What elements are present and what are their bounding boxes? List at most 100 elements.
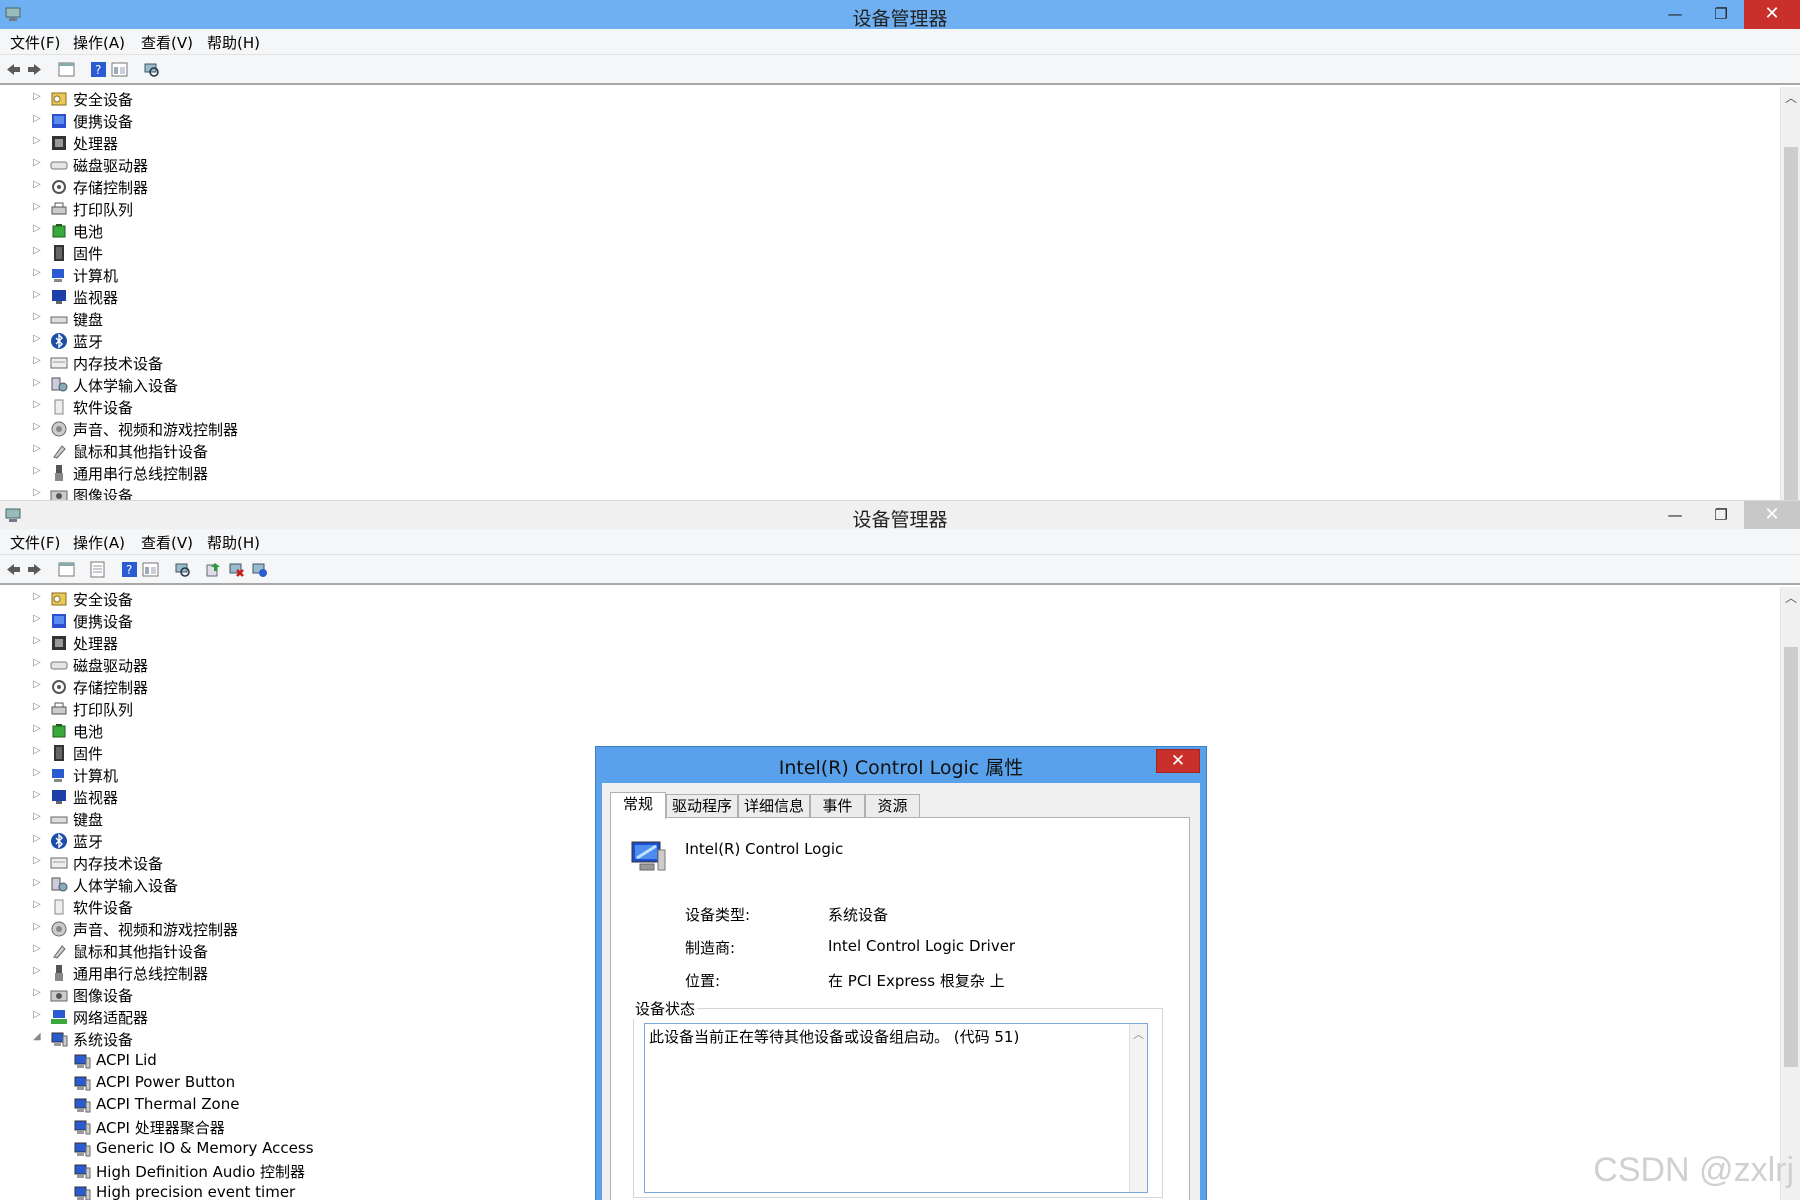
tree-item-13[interactable]: ▷ 人体学输入设备 [0, 374, 700, 396]
tree-item-1[interactable]: ▷ 便携设备 [0, 610, 700, 632]
expand-arrow-icon[interactable]: ▷ [33, 267, 41, 278]
tree-item-7[interactable]: ▷ 固件 [0, 242, 700, 264]
tree-item-18[interactable]: ▷ 图像设备 [0, 484, 700, 500]
expand-arrow-icon[interactable]: ▷ [33, 333, 41, 344]
tree-item-10[interactable]: ▷ 键盘 [0, 308, 700, 330]
expand-arrow-icon[interactable]: ▷ [33, 179, 41, 190]
help-icon[interactable]: ? [90, 61, 107, 78]
show-hide-tree-icon[interactable] [58, 561, 75, 578]
tree-item-6[interactable]: ▷ 电池 [0, 220, 700, 242]
tree-item-3[interactable]: ▷ 磁盘驱动器 [0, 154, 700, 176]
expand-arrow-icon[interactable]: ▷ [33, 679, 41, 690]
expand-arrow-icon[interactable]: ▷ [33, 767, 41, 778]
expand-arrow-icon[interactable]: ▷ [33, 355, 41, 366]
menu-action[interactable]: 操作(A) [73, 32, 125, 53]
tree-item-3[interactable]: ▷ 磁盘驱动器 [0, 654, 700, 676]
menu-file[interactable]: 文件(F) [10, 32, 60, 53]
tree-item-4[interactable]: ▷ 存储控制器 [0, 176, 700, 198]
expand-arrow-icon[interactable]: ▷ [33, 443, 41, 454]
minimize-button[interactable]: — [1652, 0, 1698, 29]
back-arrow-icon[interactable] [5, 561, 22, 578]
tree-item-17[interactable]: ▷ 通用串行总线控制器 [0, 462, 700, 484]
tab-driver[interactable]: 驱动程序 [666, 794, 738, 818]
title-bar[interactable]: 设备管理器 — ❐ ✕ [0, 500, 1800, 531]
close-button[interactable]: ✕ [1744, 501, 1800, 530]
tab-general[interactable]: 常规 [610, 792, 666, 819]
scroll-thumb[interactable] [1784, 647, 1798, 1067]
expand-arrow-icon[interactable]: ▷ [33, 377, 41, 388]
expand-arrow-icon[interactable]: ▷ [33, 657, 41, 668]
tree-item-8[interactable]: ▷ 计算机 [0, 264, 700, 286]
expand-arrow-icon[interactable]: ▷ [33, 877, 41, 888]
tree-item-11[interactable]: ▷ 蓝牙 [0, 330, 700, 352]
expand-arrow-icon[interactable]: ▷ [33, 591, 41, 602]
expand-arrow-icon[interactable]: ▷ [33, 789, 41, 800]
expand-arrow-icon[interactable]: ▷ [33, 311, 41, 322]
scan-hardware-icon[interactable] [143, 61, 160, 78]
title-bar[interactable]: 设备管理器 — ❐ ✕ [0, 0, 1800, 30]
menu-action[interactable]: 操作(A) [73, 532, 125, 553]
menu-file[interactable]: 文件(F) [10, 532, 60, 553]
help-icon[interactable]: ? [121, 561, 138, 578]
vertical-scrollbar[interactable]: ︿ [1780, 587, 1800, 1200]
back-arrow-icon[interactable] [5, 61, 22, 78]
uninstall-device-icon[interactable] [228, 561, 245, 578]
tab-resources[interactable]: 资源 [865, 794, 920, 818]
maximize-button[interactable]: ❐ [1698, 501, 1744, 530]
vertical-scrollbar[interactable]: ︿ [1780, 87, 1800, 500]
expand-arrow-icon[interactable]: ▷ [33, 987, 41, 998]
tree-item-16[interactable]: ▷ 鼠标和其他指针设备 [0, 440, 700, 462]
expand-arrow-icon[interactable]: ▷ [33, 899, 41, 910]
expand-arrow-icon[interactable]: ▷ [33, 487, 41, 498]
forward-arrow-icon[interactable] [26, 61, 43, 78]
expand-arrow-icon[interactable]: ▷ [33, 399, 41, 410]
tree-item-14[interactable]: ▷ 软件设备 [0, 396, 700, 418]
tree-item-2[interactable]: ▷ 处理器 [0, 632, 700, 654]
expand-arrow-icon[interactable]: ▷ [33, 943, 41, 954]
expand-arrow-icon[interactable]: ▷ [33, 613, 41, 624]
update-driver-icon[interactable] [205, 561, 222, 578]
scroll-up-icon[interactable]: ︿ [1133, 1026, 1144, 1042]
forward-arrow-icon[interactable] [26, 561, 43, 578]
expand-arrow-icon[interactable]: ▷ [33, 157, 41, 168]
tree-item-2[interactable]: ▷ 处理器 [0, 132, 700, 154]
collapse-arrow-icon[interactable]: ◢ [33, 1031, 41, 1042]
status-scrollbar[interactable]: ︿ [1129, 1024, 1147, 1192]
expand-arrow-icon[interactable]: ▷ [33, 201, 41, 212]
expand-arrow-icon[interactable]: ▷ [33, 745, 41, 756]
scroll-up-icon[interactable]: ︿ [1781, 589, 1800, 606]
expand-arrow-icon[interactable]: ▷ [33, 701, 41, 712]
scan-hardware-icon[interactable] [174, 561, 191, 578]
properties-icon[interactable] [89, 561, 106, 578]
expand-arrow-icon[interactable]: ▷ [33, 289, 41, 300]
expand-arrow-icon[interactable]: ▷ [33, 1009, 41, 1020]
expand-arrow-icon[interactable]: ▷ [33, 223, 41, 234]
tree-item-5[interactable]: ▷ 打印队列 [0, 698, 700, 720]
expand-arrow-icon[interactable]: ▷ [33, 421, 41, 432]
menu-help[interactable]: 帮助(H) [207, 532, 260, 553]
device-status-textbox[interactable]: 此设备当前正在等待其他设备或设备组启动。 (代码 51) ︿ [644, 1023, 1148, 1193]
menu-view[interactable]: 查看(V) [141, 532, 193, 553]
expand-arrow-icon[interactable]: ▷ [33, 921, 41, 932]
tree-item-9[interactable]: ▷ 监视器 [0, 286, 700, 308]
minimize-button[interactable]: — [1652, 501, 1698, 530]
expand-arrow-icon[interactable]: ▷ [33, 635, 41, 646]
expand-arrow-icon[interactable]: ▷ [33, 245, 41, 256]
expand-arrow-icon[interactable]: ▷ [33, 811, 41, 822]
expand-arrow-icon[interactable]: ▷ [33, 91, 41, 102]
expand-arrow-icon[interactable]: ▷ [33, 855, 41, 866]
expand-arrow-icon[interactable]: ▷ [33, 113, 41, 124]
tree-item-5[interactable]: ▷ 打印队列 [0, 198, 700, 220]
maximize-button[interactable]: ❐ [1698, 0, 1744, 29]
menu-help[interactable]: 帮助(H) [207, 32, 260, 53]
expand-arrow-icon[interactable]: ▷ [33, 465, 41, 476]
tree-item-0[interactable]: ▷ 安全设备 [0, 588, 700, 610]
dialog-close-button[interactable]: ✕ [1156, 749, 1200, 773]
expand-arrow-icon[interactable]: ▷ [33, 135, 41, 146]
show-hide-tree-icon[interactable] [58, 61, 75, 78]
tab-details[interactable]: 详细信息 [738, 794, 810, 818]
close-button[interactable]: ✕ [1744, 0, 1800, 29]
menu-view[interactable]: 查看(V) [141, 32, 193, 53]
tab-events[interactable]: 事件 [810, 794, 865, 818]
scroll-up-icon[interactable]: ︿ [1781, 89, 1800, 106]
